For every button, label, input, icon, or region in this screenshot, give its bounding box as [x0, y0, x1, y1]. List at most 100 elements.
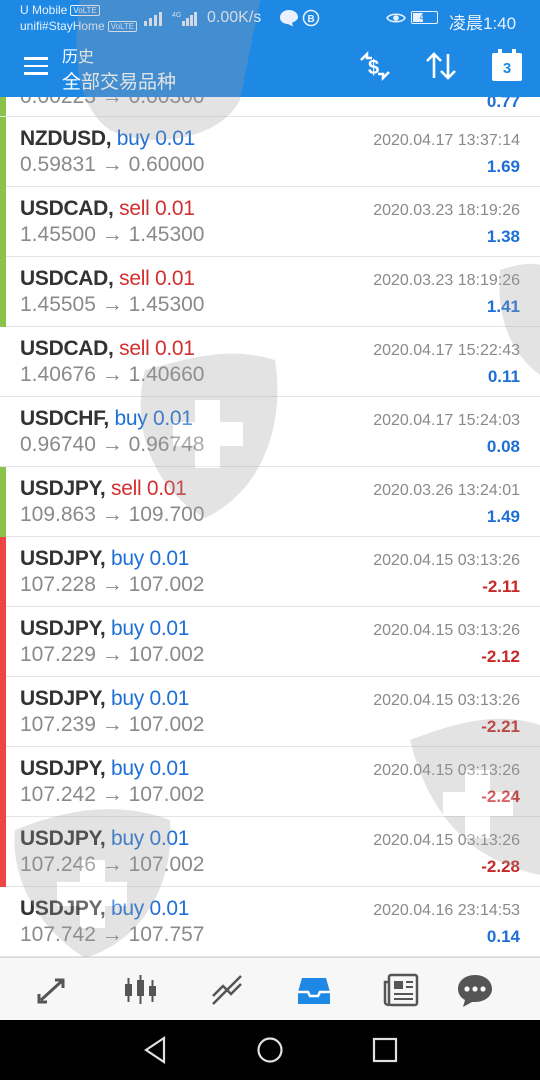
symbol-name: USDJPY,: [20, 617, 106, 640]
trade-row[interactable]: USDCAD, sell 0.01 1.40676 → 1.40660 2020.0…: [0, 327, 540, 397]
home-icon[interactable]: [256, 1036, 284, 1064]
trade-symbol: USDJPY, sell 0.01: [20, 477, 187, 501]
row-marker: [0, 397, 6, 467]
trade-side: sell 0.01: [119, 267, 195, 290]
trade-icon[interactable]: [207, 970, 247, 1010]
carrier-label-2: unifi#StayHome VoLTE: [20, 19, 138, 33]
trade-side: buy 0.01: [111, 827, 190, 850]
trade-symbol: USDJPY, buy 0.01: [20, 617, 189, 641]
news-icon[interactable]: [381, 970, 421, 1010]
symbol-name: USDCAD,: [20, 337, 114, 360]
trade-profit: 0.77: [486, 97, 520, 111]
symbol-name: USDJPY,: [20, 477, 106, 500]
back-icon[interactable]: [142, 1036, 168, 1064]
trade-side: buy 0.01: [111, 757, 190, 780]
top-bar: U Mobile VoLTE unifi#StayHome VoLTE 4G 0.0…: [0, 0, 540, 97]
trade-symbol: USDCHF, buy 0.01: [20, 407, 193, 431]
trade-row[interactable]: USDCAD, sell 0.01 1.45505 → 1.45300 2020.0…: [0, 257, 540, 327]
chat-icon[interactable]: [455, 970, 495, 1010]
symbol-name: USDJPY,: [20, 547, 106, 570]
eye-icon: [386, 13, 406, 23]
row-marker: [0, 467, 6, 537]
trade-row[interactable]: USDJPY, buy 0.01 107.742 → 107.757 2020.04…: [0, 887, 540, 957]
trade-row[interactable]: NZDUSD, buy 0.01 0.59831 → 0.60000 2020.04…: [0, 117, 540, 187]
trade-datetime: 2020.04.17 15:22:43: [373, 342, 520, 359]
volte-badge: VoLTE: [107, 21, 138, 32]
app-bar: 历史 全部交易品种 $ 3: [0, 36, 540, 97]
trade-prices: 107.229 → 107.002: [20, 643, 205, 666]
symbol-filter[interactable]: 全部交易品种: [62, 67, 176, 94]
trade-datetime: 2020.04.17 13:37:14: [373, 132, 520, 149]
sort-icon[interactable]: [424, 50, 458, 82]
trade-profit: 1.41: [486, 297, 520, 316]
trade-side: buy 0.01: [116, 127, 195, 150]
trade-side: sell 0.01: [119, 337, 195, 360]
trade-row[interactable]: USDJPY, buy 0.01 107.228 → 107.002 2020.04…: [0, 537, 540, 607]
trade-datetime: 2020.04.17 15:24:03: [373, 412, 520, 429]
symbol-name: USDJPY,: [20, 687, 106, 710]
partial-row[interactable]: 0.00223 → 0.00300 0.77: [0, 97, 540, 117]
trade-row[interactable]: USDJPY, buy 0.01 107.242 → 107.002 2020.04…: [0, 747, 540, 817]
trade-side: buy 0.01: [111, 687, 190, 710]
trade-prices: 0.96740 → 0.96748: [20, 433, 205, 456]
trade-prices: 107.742 → 107.757: [20, 923, 205, 946]
trade-profit: -2.24: [481, 787, 520, 806]
symbol-name: USDJPY,: [20, 827, 106, 850]
row-marker: [0, 607, 6, 677]
row-marker: [0, 887, 6, 957]
trade-profit: 1.49: [486, 507, 520, 526]
trade-row[interactable]: USDCAD, sell 0.01 1.45500 → 1.45300 2020.0…: [0, 187, 540, 257]
trade-symbol: USDJPY, buy 0.01: [20, 687, 189, 711]
trade-row[interactable]: USDJPY, buy 0.01 107.246 → 107.002 2020.04…: [0, 817, 540, 887]
trade-prices: 1.40676 → 1.40660: [20, 363, 205, 386]
trade-prices: 109.863 → 109.700: [20, 503, 205, 526]
system-nav-bar: [0, 1020, 540, 1080]
currency-exchange-icon[interactable]: $: [357, 50, 393, 82]
trade-datetime: 2020.04.15 03:13:26: [373, 832, 520, 849]
svg-text:B: B: [308, 14, 315, 25]
trade-symbol: USDJPY, buy 0.01: [20, 757, 189, 781]
menu-icon[interactable]: [24, 57, 48, 75]
row-marker: [0, 187, 6, 257]
row-marker: [0, 537, 6, 607]
chart-icon[interactable]: [120, 970, 160, 1010]
history-list[interactable]: 0.00223 → 0.00300 0.77 NZDUSD, buy 0.010…: [0, 97, 540, 957]
trade-symbol: USDCAD, sell 0.01: [20, 337, 195, 361]
status-bar: U Mobile VoLTE unifi#StayHome VoLTE 4G 0.0…: [0, 0, 540, 36]
b-circle-icon: B: [302, 9, 320, 27]
trade-datetime: 2020.04.16 23:14:53: [373, 902, 520, 919]
trade-prices: 0.00223 → 0.00300: [20, 97, 205, 109]
trade-side: buy 0.01: [111, 547, 190, 570]
symbol-name: USDCAD,: [20, 197, 114, 220]
trade-profit: -2.28: [481, 857, 520, 876]
history-icon[interactable]: [294, 970, 334, 1010]
trade-prices: 107.239 → 107.002: [20, 713, 205, 736]
recents-icon[interactable]: [372, 1036, 398, 1064]
trade-prices: 0.59831 → 0.60000: [20, 153, 205, 176]
bottom-tab-bar: [0, 957, 540, 1020]
trade-row[interactable]: USDJPY, sell 0.01 109.863 → 109.700 2020.0…: [0, 467, 540, 537]
trade-profit: -2.11: [482, 577, 520, 596]
row-marker: [0, 817, 6, 887]
quotes-icon[interactable]: [33, 970, 73, 1010]
trade-symbol: USDJPY, buy 0.01: [20, 547, 189, 571]
trade-row[interactable]: USDCHF, buy 0.01 0.96740 → 0.96748 2020.04…: [0, 397, 540, 467]
row-marker: [0, 117, 6, 187]
trade-row[interactable]: USDJPY, buy 0.01 107.229 → 107.002 2020.04…: [0, 607, 540, 677]
trade-row[interactable]: USDJPY, buy 0.01 107.239 → 107.002 2020.04…: [0, 677, 540, 747]
trade-prices: 107.228 → 107.002: [20, 573, 205, 596]
trade-profit: 0.08: [486, 437, 520, 456]
calendar-day: 3: [502, 60, 512, 77]
trade-symbol: USDJPY, buy 0.01: [20, 897, 189, 921]
row-marker: [0, 97, 6, 116]
trade-side: buy 0.01: [111, 617, 190, 640]
trade-symbol: USDJPY, buy 0.01: [20, 827, 189, 851]
row-marker: [0, 747, 6, 817]
trade-side: buy 0.01: [114, 407, 193, 430]
message-icon: [280, 10, 298, 27]
status-time: 凌晨1:40: [449, 14, 517, 33]
trade-profit: 0.14: [486, 927, 520, 946]
calendar-icon[interactable]: 3: [491, 48, 523, 82]
trade-side: sell 0.01: [119, 197, 195, 220]
row-marker: [0, 327, 6, 397]
